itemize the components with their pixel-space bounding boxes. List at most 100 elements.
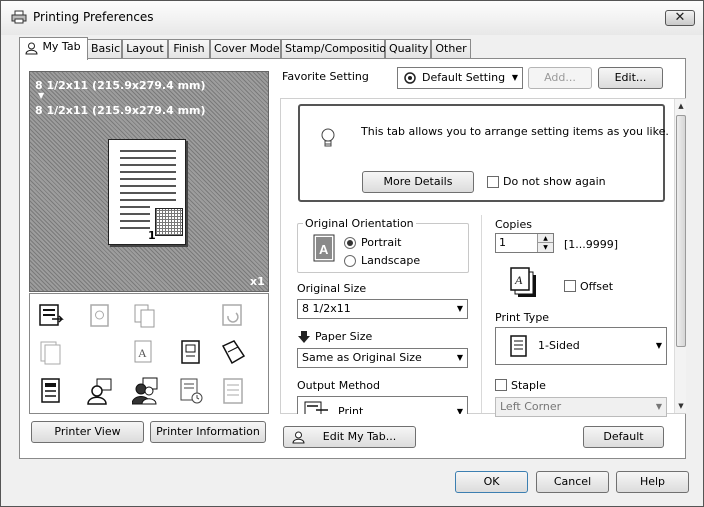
down-arrow-icon: [298, 331, 310, 343]
paper-size-label: Paper Size: [315, 330, 373, 343]
svg-text:A: A: [514, 273, 523, 287]
default-button[interactable]: Default: [583, 426, 664, 448]
title-bar: Printing Preferences ✕: [1, 1, 703, 35]
portrait-radio[interactable]: [344, 237, 356, 249]
function-icon-panel: A: [29, 293, 269, 414]
more-details-button[interactable]: More Details: [362, 171, 474, 193]
output-method-label: Output Method: [297, 379, 380, 392]
printer-view-button[interactable]: Printer View: [31, 421, 144, 443]
copies-badge: x1: [250, 275, 265, 288]
offset-label: Offset: [580, 280, 614, 293]
fold-icon[interactable]: [220, 338, 246, 366]
tab-my-tab[interactable]: My Tab: [19, 37, 88, 60]
original-size-value: 8 1/2x11: [302, 302, 351, 315]
output-method-icon[interactable]: [38, 302, 64, 330]
banner-icon[interactable]: [220, 377, 246, 405]
output-method-icon: [304, 401, 328, 414]
offset-checkbox[interactable]: [564, 280, 576, 292]
user-icon: [25, 42, 38, 55]
spin-down-icon[interactable]: ▼: [537, 243, 553, 252]
scroll-down-icon[interactable]: ▼: [675, 399, 687, 413]
staple-label: Staple: [511, 379, 546, 392]
landscape-radio[interactable]: [344, 255, 356, 267]
scrollbar-thumb[interactable]: [676, 115, 686, 347]
copy-security-icon[interactable]: [132, 302, 158, 330]
tab-cover-mode[interactable]: Cover Mode: [210, 39, 281, 59]
user-icon: [292, 431, 305, 444]
settings-icon: [404, 72, 416, 84]
down-arrow-icon: ▼: [38, 91, 45, 100]
copies-input[interactable]: 1 ▲ ▼: [495, 233, 554, 253]
cancel-button[interactable]: Cancel: [536, 471, 609, 493]
tab-stamp-composition[interactable]: Stamp/Composition: [281, 39, 393, 59]
orientation-a-icon[interactable]: A: [132, 338, 158, 366]
page-stack-icon[interactable]: [38, 338, 64, 366]
do-not-show-again-checkbox[interactable]: [487, 176, 499, 188]
page-number: 1: [148, 229, 156, 242]
copies-label: Copies: [495, 218, 532, 231]
account-icon[interactable]: [132, 377, 158, 405]
preview-page: 1: [108, 139, 186, 245]
staple-position-select[interactable]: Left Corner ▼: [495, 397, 667, 417]
chevron-down-icon: ▼: [511, 73, 518, 82]
staple-checkbox[interactable]: [495, 379, 507, 391]
printer-information-button[interactable]: Printer Information: [150, 421, 266, 443]
favorite-setting-select[interactable]: Default Setting ▼: [397, 67, 523, 89]
tab-layout[interactable]: Layout: [122, 39, 168, 59]
one-sided-icon: [510, 335, 527, 357]
original-size-caption: 8 1/2x11 (215.9x279.4 mm): [35, 79, 206, 92]
chevron-down-icon: ▼: [456, 407, 463, 414]
scheduled-print-icon[interactable]: [178, 377, 204, 405]
stamp-overlay-icon: [155, 208, 183, 236]
staple-position-value: Left Corner: [500, 400, 562, 413]
print-type-value: 1-Sided: [538, 339, 580, 352]
landscape-label: Landscape: [361, 254, 421, 267]
svg-text:A: A: [138, 346, 147, 360]
svg-text:A: A: [319, 242, 329, 257]
paper-size-select[interactable]: Same as Original Size ▼: [297, 348, 468, 368]
print-type-label: Print Type: [495, 311, 550, 324]
portrait-a-icon: A: [313, 234, 335, 262]
edit-my-tab-button[interactable]: Edit My Tab...: [283, 426, 416, 448]
edit-favorite-button[interactable]: Edit...: [598, 67, 663, 89]
copies-value: 1: [499, 236, 506, 249]
spin-up-icon[interactable]: ▲: [537, 234, 553, 243]
paper-size-value: Same as Original Size: [302, 351, 422, 364]
chevron-down-icon: ▼: [456, 304, 463, 313]
tab-finish[interactable]: Finish: [168, 39, 210, 59]
settings-scrollbar[interactable]: ▲ ▼: [674, 99, 686, 413]
orientation-title: Original Orientation: [303, 217, 416, 230]
document-icon[interactable]: [38, 377, 64, 405]
info-box: This tab allows you to arrange setting i…: [298, 104, 669, 202]
portrait-label: Portrait: [361, 236, 402, 249]
lightbulb-icon: [321, 128, 335, 147]
chevron-down-icon: ▼: [456, 353, 463, 362]
paper-size-caption: 8 1/2x11 (215.9x279.4 mm): [35, 104, 206, 117]
print-preview: 8 1/2x11 (215.9x279.4 mm) ▼ 8 1/2x11 (21…: [29, 71, 269, 292]
tab-other[interactable]: Other: [431, 39, 471, 59]
info-text: This tab allows you to arrange setting i…: [361, 125, 669, 138]
window-title: Printing Preferences: [33, 10, 154, 24]
user-icon[interactable]: [87, 377, 113, 405]
tab-quality[interactable]: Quality: [385, 39, 431, 59]
combination-icon[interactable]: [220, 302, 246, 330]
original-size-label: Original Size: [297, 282, 367, 295]
print-type-select[interactable]: 1-Sided ▼: [495, 327, 667, 365]
ok-button[interactable]: OK: [455, 471, 528, 493]
copies-range: [1...9999]: [564, 238, 619, 251]
printer-icon: [11, 10, 27, 24]
staple-icon[interactable]: [178, 338, 204, 366]
output-method-select[interactable]: Print ▼: [297, 396, 468, 414]
add-favorite-button[interactable]: Add...: [528, 67, 592, 89]
tab-basic[interactable]: Basic: [87, 39, 122, 59]
column-divider: [481, 215, 482, 413]
edit-my-tab-label: Edit My Tab...: [322, 430, 397, 443]
printing-preferences-window: Printing Preferences ✕ My Tab Basic Layo…: [0, 0, 704, 507]
help-button[interactable]: Help: [616, 471, 689, 493]
favorite-setting-label: Favorite Setting: [282, 70, 369, 83]
overlay-icon[interactable]: [87, 302, 113, 330]
original-size-select[interactable]: 8 1/2x11 ▼: [297, 299, 468, 319]
tab-label: My Tab: [42, 40, 81, 53]
scroll-up-icon[interactable]: ▲: [675, 99, 687, 113]
close-button[interactable]: ✕: [665, 10, 695, 26]
